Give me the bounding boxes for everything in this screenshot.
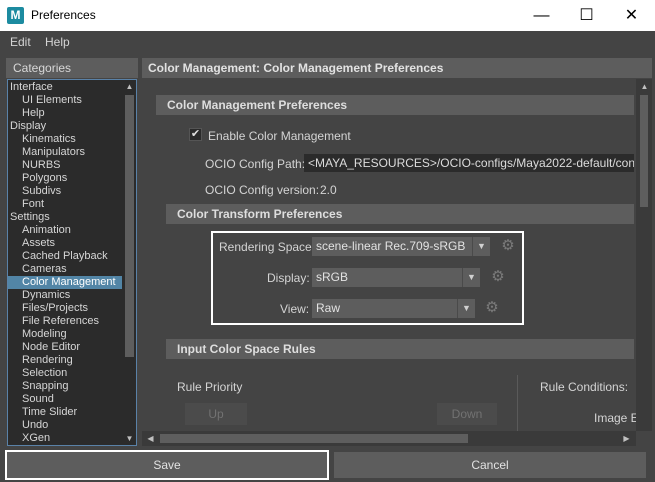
view-dropdown[interactable]: Raw ▼ [312,299,475,318]
category-item[interactable]: UI Elements [8,94,122,107]
display-label: Display: [267,271,310,285]
menu-edit[interactable]: Edit [10,35,31,49]
main-vertical-scrollbar[interactable]: ▲ [636,79,652,431]
main-panel: Color Management Preferences ✔ Enable Co… [142,79,652,446]
ocio-version-label: OCIO Config version: [205,183,320,197]
main-horizontal-scrollbar[interactable]: ◀ ▶ [142,431,636,446]
category-item[interactable]: File References [8,315,122,328]
ocio-path-label: OCIO Config Path: [205,157,306,171]
menu-help[interactable]: Help [45,35,70,49]
scroll-up-arrow-icon[interactable]: ▲ [640,82,649,91]
category-item[interactable]: Display [8,120,122,133]
rendering-space-gear-icon[interactable]: ⚙ [500,238,516,254]
category-item[interactable]: Node Editor [8,341,122,354]
category-item[interactable]: Animation [8,224,122,237]
category-item[interactable]: Color Management [8,276,122,289]
category-item[interactable]: XGen [8,432,122,445]
category-item[interactable]: Polygons [8,172,122,185]
display-dropdown[interactable]: sRGB ▼ [312,268,480,287]
rendering-space-dropdown[interactable]: scene-linear Rec.709-sRGB ▼ [312,237,490,256]
display-value: sRGB [316,270,349,284]
image-label: Image E [594,411,639,425]
categories-header: Categories [6,58,138,78]
rendering-space-label: Rendering Space: [219,240,316,254]
category-item[interactable]: Rendering [8,354,122,367]
section-color-transform[interactable]: Color Transform Preferences [166,204,634,224]
category-item[interactable]: Modeling [8,328,122,341]
rule-conditions-label: Rule Conditions: [540,380,629,394]
category-item[interactable]: Settings [8,211,122,224]
enable-color-management-checkbox[interactable]: ✔ [189,128,202,141]
category-item[interactable]: Font [8,198,122,211]
scroll-down-arrow-icon[interactable]: ▼ [125,434,134,443]
category-item[interactable]: Cached Playback [8,250,122,263]
scroll-left-arrow-icon[interactable]: ◀ [146,434,155,443]
chevron-down-icon: ▼ [462,268,480,287]
categories-scroll-thumb[interactable] [125,95,134,357]
ocio-version-value: 2.0 [320,183,337,197]
section-color-management[interactable]: Color Management Preferences [156,95,634,115]
category-item[interactable]: Snapping [8,380,122,393]
window-titlebar: M Preferences — ☐ ✕ [0,0,655,31]
category-item[interactable]: Interface [8,81,122,94]
down-button[interactable]: Down [437,403,497,425]
minimize-button[interactable]: — [519,0,564,31]
category-item[interactable]: Selection [8,367,122,380]
categories-scrollbar[interactable]: ▲ ▼ [123,80,136,445]
content-frame: Color Management Preferences ✔ Enable Co… [156,95,639,446]
scroll-right-arrow-icon[interactable]: ▶ [622,434,631,443]
rendering-space-value: scene-linear Rec.709-sRGB [316,239,466,253]
category-item[interactable]: Time Slider [8,406,122,419]
maximize-button[interactable]: ☐ [564,0,609,31]
category-item[interactable]: Help [8,107,122,120]
save-highlight [5,450,329,480]
section-input-color-space-rules[interactable]: Input Color Space Rules [166,339,634,359]
category-item[interactable]: Dynamics [8,289,122,302]
rule-priority-label: Rule Priority [177,380,243,394]
enable-color-management-label: Enable Color Management [208,129,351,143]
cancel-button[interactable]: Cancel [334,452,646,478]
category-item[interactable]: NURBS [8,159,122,172]
maya-app-icon: M [7,7,24,24]
close-button[interactable]: ✕ [609,0,654,31]
chevron-down-icon: ▼ [472,237,490,256]
window-title: Preferences [31,8,96,22]
chevron-down-icon: ▼ [457,299,475,318]
main-vscroll-thumb[interactable] [640,95,648,207]
up-button[interactable]: Up [185,403,247,425]
view-gear-icon[interactable]: ⚙ [484,300,500,316]
category-item[interactable]: Undo [8,419,122,432]
main-header: Color Management: Color Management Prefe… [142,58,652,78]
category-item[interactable]: Kinematics [8,133,122,146]
category-item[interactable]: Subdivs [8,185,122,198]
category-item[interactable]: Manipulators [8,146,122,159]
view-label: View: [280,302,310,316]
menubar: Edit Help [0,31,655,53]
view-value: Raw [316,301,341,315]
ocio-path-field[interactable]: <MAYA_RESOURCES>/OCIO-configs/Maya2022-d… [304,154,634,172]
main-hscroll-thumb[interactable] [160,434,468,443]
category-item[interactable]: Assets [8,237,122,250]
category-item[interactable]: Sound [8,393,122,406]
category-item[interactable]: Files/Projects [8,302,122,315]
categories-list[interactable]: XGen Undo Time Slider Sound Snapping Selectio… [7,79,137,446]
category-item[interactable]: Cameras [8,263,122,276]
display-gear-icon[interactable]: ⚙ [490,269,506,285]
scroll-up-arrow-icon[interactable]: ▲ [125,82,134,91]
